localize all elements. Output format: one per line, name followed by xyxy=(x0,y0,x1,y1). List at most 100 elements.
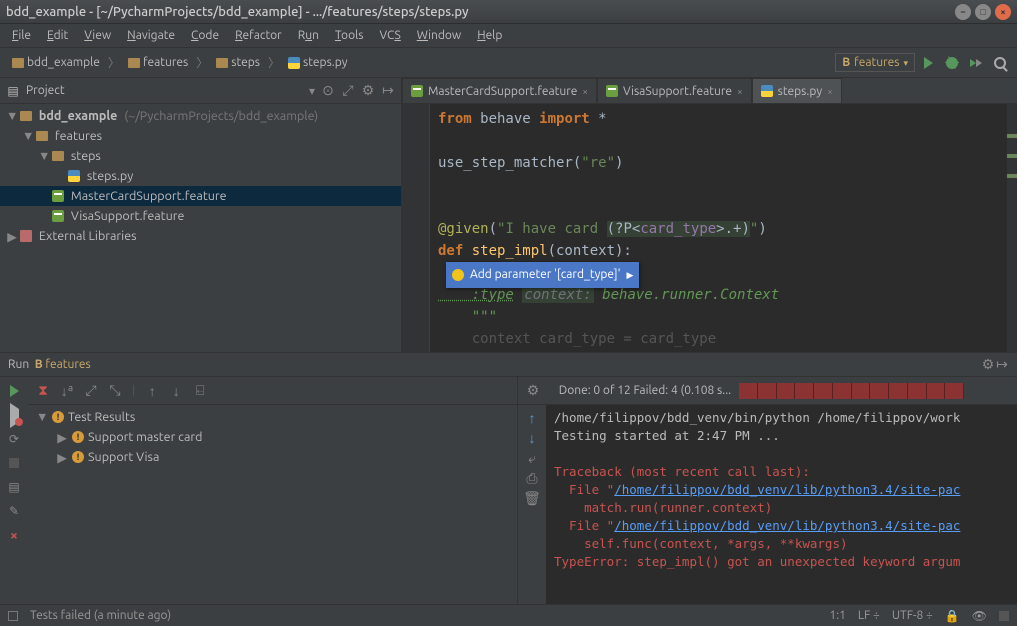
collapse-icon[interactable]: ⤡ xyxy=(108,384,122,398)
code-text: use_step_matcher( xyxy=(438,155,581,171)
dump-button[interactable]: ▤ xyxy=(4,477,24,497)
console-link[interactable]: /home/filippov/bdd_venv/lib/python3.4/si… xyxy=(614,482,960,497)
menu-file[interactable]: File xyxy=(6,27,37,44)
code-keyword: def xyxy=(438,243,472,259)
tree-steps-file[interactable]: steps.py xyxy=(0,166,401,186)
python-file-icon xyxy=(761,85,773,97)
next-icon[interactable]: ↓ xyxy=(169,384,183,398)
console-panel: Done: 0 of 12 Failed: 4 (0.108 s... ↑ ↓ … xyxy=(518,377,1017,604)
run-button[interactable] xyxy=(917,52,939,74)
error-stripe[interactable] xyxy=(1007,104,1017,352)
run-header-label: Run xyxy=(8,358,29,371)
menu-window[interactable]: Window xyxy=(411,27,467,44)
collapse-icon[interactable]: ⊙ xyxy=(321,84,335,98)
project-tree: ▼ bdd_example (~/PycharmProjects/bdd_exa… xyxy=(0,104,401,248)
trash-icon[interactable]: 🗑 xyxy=(525,491,539,505)
close-icon[interactable]: × xyxy=(737,86,743,97)
export-icon[interactable]: ⍇ xyxy=(193,384,207,398)
rerun-button[interactable] xyxy=(4,381,24,401)
tree-label: steps.py xyxy=(87,169,133,183)
test-visa[interactable]: ▶!Support Visa xyxy=(28,447,517,467)
run-config-selector[interactable]: Bfeatures xyxy=(835,53,915,72)
code-string: "re" xyxy=(581,155,615,171)
menu-help[interactable]: Help xyxy=(471,27,508,44)
close-icon[interactable]: × xyxy=(827,86,833,97)
tree-root[interactable]: ▼ bdd_example (~/PycharmProjects/bdd_exa… xyxy=(0,106,401,126)
prev-icon[interactable]: ↑ xyxy=(145,384,159,398)
test-mastercard[interactable]: ▶!Support master card xyxy=(28,427,517,447)
menu-code[interactable]: Code xyxy=(185,27,225,44)
show-failed-icon[interactable]: ⧗ xyxy=(36,384,50,398)
tree-label: MasterCardSupport.feature xyxy=(71,189,227,203)
lock-icon[interactable]: 🔒 xyxy=(945,609,960,623)
stop-button[interactable] xyxy=(4,453,24,473)
tree-ext-libs[interactable]: ▶ External Libraries xyxy=(0,226,401,246)
gear-icon[interactable] xyxy=(526,384,540,398)
close-icon[interactable]: × xyxy=(582,86,588,97)
tree-label: Support Visa xyxy=(88,450,159,464)
up-icon[interactable]: ↑ xyxy=(525,411,539,425)
rerun-failed-button[interactable] xyxy=(4,405,24,425)
menu-run[interactable]: Run xyxy=(292,27,325,44)
scroll-to-icon[interactable]: ⤢ xyxy=(341,84,355,98)
chevron-right-icon: ▶ xyxy=(627,264,634,286)
tab-mastercard[interactable]: MasterCardSupport.feature× xyxy=(402,78,597,103)
run-config-name: features xyxy=(45,358,90,371)
tab-steps[interactable]: steps.py× xyxy=(752,78,842,103)
menu-tools[interactable]: Tools xyxy=(329,27,370,44)
tree-features[interactable]: ▼ features xyxy=(0,126,401,146)
hide-panel-icon[interactable]: ↦ xyxy=(381,84,395,98)
tab-visa[interactable]: VisaSupport.feature× xyxy=(597,78,752,103)
memory-indicator[interactable] xyxy=(999,611,1009,621)
minimize-button[interactable]: – xyxy=(955,4,971,20)
tree-label: External Libraries xyxy=(39,229,137,243)
toggle-auto-test-button[interactable]: ⟳ xyxy=(4,429,24,449)
sort-icon[interactable]: ↓ª xyxy=(60,384,74,398)
gear-icon[interactable] xyxy=(981,358,995,372)
test-results-root[interactable]: ▼!Test Results xyxy=(28,407,517,427)
inspector-icon[interactable]: 👁 xyxy=(972,609,987,623)
run-coverage-button[interactable] xyxy=(965,52,987,74)
tree-steps-dir[interactable]: ▼ steps xyxy=(0,146,401,166)
titlebar: bdd_example - [~/PycharmProjects/bdd_exa… xyxy=(0,0,1017,24)
down-icon[interactable]: ↓ xyxy=(525,431,539,445)
crumb-features[interactable]: features xyxy=(122,54,194,71)
intention-popup[interactable]: Add parameter '[card_type]'▶ xyxy=(446,262,639,288)
run-config-label: features xyxy=(854,56,899,69)
gear-icon[interactable] xyxy=(361,84,375,98)
code-regex: (?P< xyxy=(607,221,641,237)
hide-panel-icon[interactable]: ↦ xyxy=(995,358,1009,372)
wrap-icon[interactable]: ⤶ xyxy=(525,451,539,465)
caret-position[interactable]: 1:1 xyxy=(829,609,846,622)
menu-view[interactable]: View xyxy=(78,27,117,44)
console-output[interactable]: /home/filippov/bdd_venv/bin/python /home… xyxy=(546,405,1017,604)
status-indicator-icon[interactable] xyxy=(8,611,18,621)
menu-refactor[interactable]: Refactor xyxy=(229,27,288,44)
close-run-button[interactable]: × xyxy=(4,525,24,545)
console-link[interactable]: /home/filippov/bdd_venv/lib/python3.4/si… xyxy=(614,518,960,533)
tree-label: features xyxy=(55,129,102,143)
crumb-root-label: bdd_example xyxy=(27,56,100,69)
maximize-button[interactable]: □ xyxy=(975,4,991,20)
crumb-file[interactable]: steps.py xyxy=(282,54,353,71)
lightbulb-icon xyxy=(452,269,464,281)
debug-button[interactable] xyxy=(941,52,963,74)
tree-mastercard-feature[interactable]: MasterCardSupport.feature xyxy=(0,186,401,206)
tree-visa-feature[interactable]: VisaSupport.feature xyxy=(0,206,401,226)
line-sep[interactable]: LF ÷ xyxy=(858,609,880,622)
editor-code[interactable]: from behave import * use_step_matcher("r… xyxy=(430,104,1017,352)
search-button[interactable] xyxy=(989,52,1011,74)
code-text: * xyxy=(590,111,607,127)
crumb-steps[interactable]: steps xyxy=(210,54,266,71)
menu-vcs[interactable]: VCS xyxy=(373,27,406,44)
close-button[interactable]: × xyxy=(995,4,1011,20)
crumb-root[interactable]: bdd_example xyxy=(6,54,106,71)
code-text: ( xyxy=(489,221,497,237)
menu-edit[interactable]: Edit xyxy=(41,27,74,44)
menu-navigate[interactable]: Navigate xyxy=(121,27,181,44)
stop-icon xyxy=(9,458,19,468)
pin-button[interactable]: ✎ xyxy=(4,501,24,521)
encoding[interactable]: UTF-8 ÷ xyxy=(892,609,933,622)
print-icon[interactable]: ⎙ xyxy=(525,471,539,485)
expand-icon[interactable]: ⤢ xyxy=(84,384,98,398)
